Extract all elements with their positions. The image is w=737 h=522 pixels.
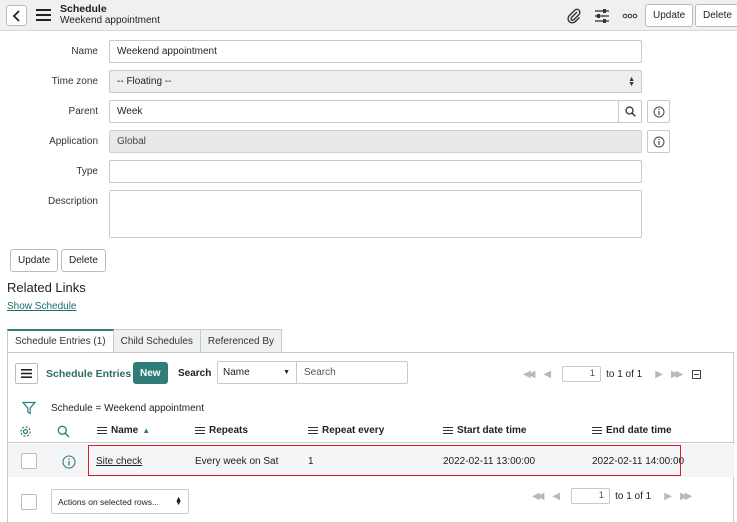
time-zone-label: Time zone <box>51 76 98 87</box>
description-field[interactable] <box>109 190 642 238</box>
search-icon[interactable] <box>57 425 70 438</box>
header-title: Schedule <box>60 3 107 15</box>
description-label: Description <box>47 196 98 207</box>
page-count-text: to 1 of 1 <box>606 368 643 380</box>
pagination-bottom: ◀◀ ◀ 1 to 1 of 1 ▶ ▶▶ <box>532 488 693 504</box>
paperclip-icon[interactable] <box>566 8 582 24</box>
chevron-left-icon <box>12 9 20 22</box>
select-all-checkbox[interactable] <box>21 494 37 510</box>
prev-page-icon[interactable]: ◀ <box>543 369 551 380</box>
filter-text[interactable]: Schedule = Weekend appointment <box>51 403 204 414</box>
name-label: Name <box>71 46 98 57</box>
page-count-text: to 1 of 1 <box>615 490 652 502</box>
filter-breadcrumb: Schedule = Weekend appointment <box>22 400 204 416</box>
parent-lookup-button[interactable] <box>618 101 641 122</box>
search-placeholder: Search <box>304 367 336 378</box>
search-icon <box>624 106 636 117</box>
related-list-tabs: Schedule Entries (1) Child Schedules Ref… <box>7 329 283 353</box>
info-icon <box>653 136 664 147</box>
dropdown-arrow-icon: ▼ <box>283 369 290 376</box>
hamburger-icon <box>21 369 32 378</box>
search-label: Search <box>178 368 212 379</box>
header-subtitle: Weekend appointment <box>60 15 160 26</box>
personalize-form-icon[interactable] <box>594 8 610 24</box>
row-highlight-box <box>88 445 681 476</box>
column-header-start-date-time[interactable]: Start date time <box>443 425 526 436</box>
application-value: Global <box>117 136 146 147</box>
next-page-icon[interactable]: ▶ <box>655 369 663 380</box>
show-schedule-link[interactable]: Show Schedule <box>7 301 77 312</box>
header-delete-button[interactable]: Delete <box>695 4 737 27</box>
column-header-repeat-every[interactable]: Repeat every <box>308 425 384 436</box>
back-button[interactable] <box>6 5 27 26</box>
updown-arrow-icon: ▲ ▼ <box>628 76 635 88</box>
pagination-top: ◀◀ ◀ 1 to 1 of 1 ▶ ▶▶ <box>523 366 702 382</box>
time-zone-value: -- Floating -- <box>117 76 172 87</box>
actions-value: Actions on selected rows... <box>58 496 160 507</box>
collapse-icon[interactable] <box>692 369 702 379</box>
page-input[interactable]: 1 <box>562 366 602 382</box>
tab-referenced-by[interactable]: Referenced By <box>200 329 283 353</box>
application-label: Application <box>49 136 98 147</box>
header-divider <box>8 442 734 443</box>
updown-arrow-icon: ▲ ▼ <box>175 496 182 507</box>
form-header: Schedule Weekend appointment Update Dele… <box>0 0 737 31</box>
name-value: Weekend appointment <box>117 46 217 57</box>
page-input[interactable]: 1 <box>571 488 611 504</box>
list-toolbar: Schedule Entries New Search Name ▼ Searc… <box>7 352 734 395</box>
column-name-label: Name <box>111 425 139 436</box>
first-page-icon[interactable]: ◀◀ <box>523 369 536 380</box>
new-button[interactable]: New <box>133 362 168 384</box>
column-repeat-every-label: Repeat every <box>322 425 385 436</box>
row-checkbox[interactable] <box>21 453 37 469</box>
column-menu-icon[interactable] <box>97 426 107 435</box>
name-field[interactable]: Weekend appointment <box>109 40 642 63</box>
next-page-icon[interactable]: ▶ <box>664 491 672 502</box>
search-input[interactable]: Search <box>296 361 408 384</box>
last-page-icon[interactable]: ▶▶ <box>671 369 684 380</box>
type-field[interactable] <box>109 160 642 183</box>
more-options-icon[interactable] <box>622 8 638 24</box>
column-header-name[interactable]: Name ▲ <box>97 425 150 436</box>
column-menu-icon[interactable] <box>443 426 453 435</box>
search-field-value: Name <box>223 367 250 378</box>
page-title: Schedule Weekend appointment <box>60 3 160 27</box>
column-repeats-label: Repeats <box>209 425 248 436</box>
type-label: Type <box>76 166 98 177</box>
related-links-heading: Related Links <box>7 280 86 295</box>
parent-field[interactable]: Week <box>109 100 642 123</box>
sort-ascending-icon: ▲ <box>142 426 151 435</box>
info-icon <box>653 106 664 117</box>
update-button[interactable]: Update <box>10 249 59 272</box>
delete-button[interactable]: Delete <box>61 249 106 272</box>
time-zone-select[interactable]: -- Floating -- ▲ ▼ <box>109 70 642 93</box>
parent-value: Week <box>117 106 143 117</box>
parent-info-button[interactable] <box>647 100 670 123</box>
column-menu-icon[interactable] <box>308 426 318 435</box>
column-end-label: End date time <box>606 425 672 436</box>
list-title: Schedule Entries <box>46 368 132 380</box>
list-menu-button[interactable] <box>15 363 38 384</box>
application-info-button[interactable] <box>647 130 670 153</box>
first-page-icon[interactable]: ◀◀ <box>532 491 545 502</box>
header-update-button[interactable]: Update <box>645 4 694 27</box>
column-menu-icon[interactable] <box>195 426 205 435</box>
application-field: Global <box>109 130 642 153</box>
gear-icon[interactable] <box>19 425 32 438</box>
column-header-repeats[interactable]: Repeats <box>195 425 248 436</box>
parent-label: Parent <box>68 106 98 117</box>
actions-select[interactable]: Actions on selected rows... ▲ ▼ <box>51 489 189 514</box>
hamburger-icon[interactable] <box>36 9 51 22</box>
column-header-end-date-time[interactable]: End date time <box>592 425 672 436</box>
column-menu-icon[interactable] <box>592 426 602 435</box>
filter-icon[interactable] <box>22 401 36 415</box>
tab-schedule-entries[interactable]: Schedule Entries (1) <box>7 329 114 353</box>
last-page-icon[interactable]: ▶▶ <box>680 491 693 502</box>
column-start-label: Start date time <box>457 425 527 436</box>
search-field-select[interactable]: Name ▼ <box>217 361 297 384</box>
info-icon[interactable] <box>62 455 76 469</box>
prev-page-icon[interactable]: ◀ <box>552 491 560 502</box>
tab-child-schedules[interactable]: Child Schedules <box>113 329 201 353</box>
